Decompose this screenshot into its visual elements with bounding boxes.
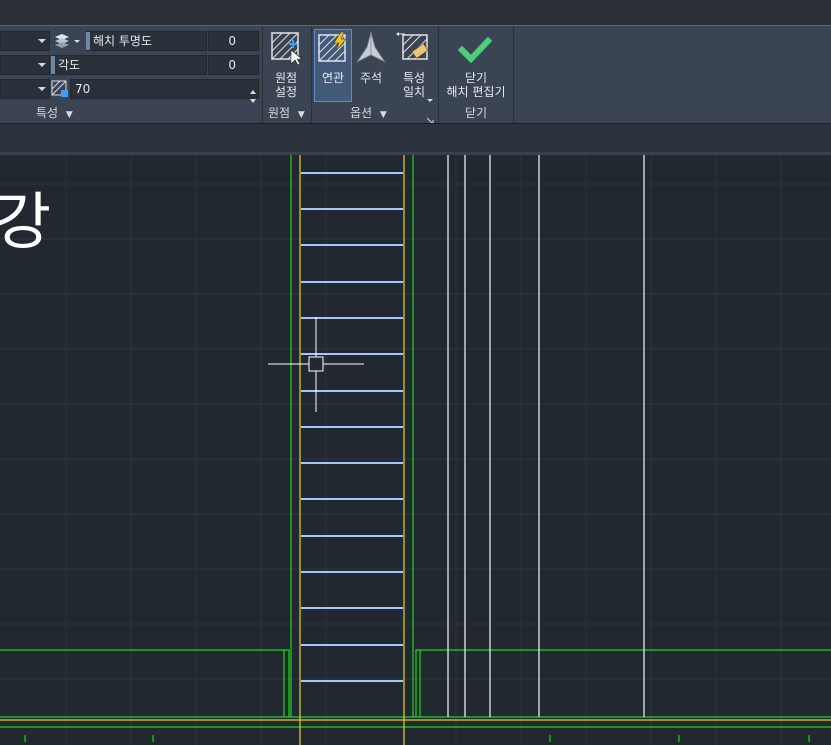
set-origin-icon <box>271 32 303 66</box>
hatch-layer-button[interactable] <box>53 33 83 49</box>
spin-up-icon[interactable] <box>248 81 258 94</box>
associative-label: 연관 <box>321 71 345 85</box>
title-bar-strip <box>0 0 831 26</box>
set-origin-label-2: 설정 <box>274 85 298 99</box>
drawing-canvas[interactable]: 강 <box>0 155 831 745</box>
chevron-down-icon: ▼ <box>297 110 305 120</box>
panel-divider <box>438 26 439 123</box>
slider-grip <box>86 32 90 50</box>
ribbon-tab-strip <box>0 123 831 153</box>
checkmark-icon <box>457 36 493 64</box>
hatch-transparency-label: 해치 투명도 <box>93 34 153 48</box>
hatch-lines <box>301 172 403 682</box>
panel-divider <box>262 26 263 123</box>
panel-divider <box>513 26 514 123</box>
chevron-down-icon: ▼ <box>65 110 73 120</box>
match-properties-label-1: 특성 <box>402 71 426 85</box>
match-properties-icon <box>396 32 429 60</box>
chevron-down-icon <box>38 87 46 91</box>
associative-button[interactable]: 연관 <box>314 29 352 102</box>
ribbon: 해치 투명도 0 각도 0 70 특성 ▼ 원점 설정 원점 ▼ 연관 주석 특… <box>0 26 831 125</box>
origin-panel-title[interactable]: 원점 ▼ <box>268 106 305 122</box>
close-hatch-editor-button[interactable]: 닫기 해치 편집기 <box>443 30 509 102</box>
angle-value: 0 <box>228 58 236 72</box>
transparency-value: 0 <box>228 34 236 48</box>
angle-label: 각도 <box>58 58 81 72</box>
properties-panel-title[interactable]: 특성 ▼ <box>36 106 73 122</box>
hatch-transparency-field[interactable]: 해치 투명도 <box>86 31 207 51</box>
angle-value-input[interactable]: 0 <box>208 55 259 75</box>
green-outline <box>0 155 831 742</box>
drawing-svg: 강 <box>0 155 831 745</box>
options-panel-title[interactable]: 옵션 ▼ <box>350 106 387 122</box>
slider-grip <box>51 56 55 74</box>
match-properties-button[interactable]: 특성 일치 <box>394 30 434 102</box>
scale-icon-button <box>51 80 69 98</box>
close-title-text: 닫기 <box>465 106 488 120</box>
partial-text-label: 강 <box>0 185 51 258</box>
layers-icon <box>55 34 80 48</box>
chevron-down-icon: ▼ <box>379 110 387 120</box>
associative-hatch-icon <box>318 31 347 62</box>
annotative-label: 주석 <box>359 71 383 85</box>
close-panel-title: 닫기 <box>465 106 487 120</box>
close-label-1: 닫기 <box>464 71 488 85</box>
scale-value: 70 <box>75 82 91 96</box>
properties-title-text: 특성 <box>36 106 59 120</box>
origin-title-text: 원점 <box>268 106 291 120</box>
chevron-down-icon <box>427 88 433 107</box>
spin-down-icon[interactable] <box>248 90 258 103</box>
annotative-button[interactable]: 주석 <box>354 30 388 102</box>
panel-divider <box>311 26 312 123</box>
annotative-icon <box>355 30 387 64</box>
hatch-scale-icon <box>51 80 68 97</box>
set-origin-label-1: 원점 <box>274 71 298 85</box>
options-title-text: 옵션 <box>350 106 373 120</box>
crosshair-cursor-icon <box>268 317 364 412</box>
close-label-2: 해치 편집기 <box>446 85 506 99</box>
scale-input[interactable]: 70 <box>70 79 259 99</box>
set-origin-button[interactable]: 원점 설정 <box>267 30 305 102</box>
chevron-down-icon <box>38 63 46 67</box>
dialog-launcher-icon[interactable] <box>426 110 434 125</box>
angle-field[interactable]: 각도 <box>51 55 207 75</box>
transparency-value-input[interactable]: 0 <box>208 31 259 51</box>
chevron-down-icon <box>38 39 46 43</box>
